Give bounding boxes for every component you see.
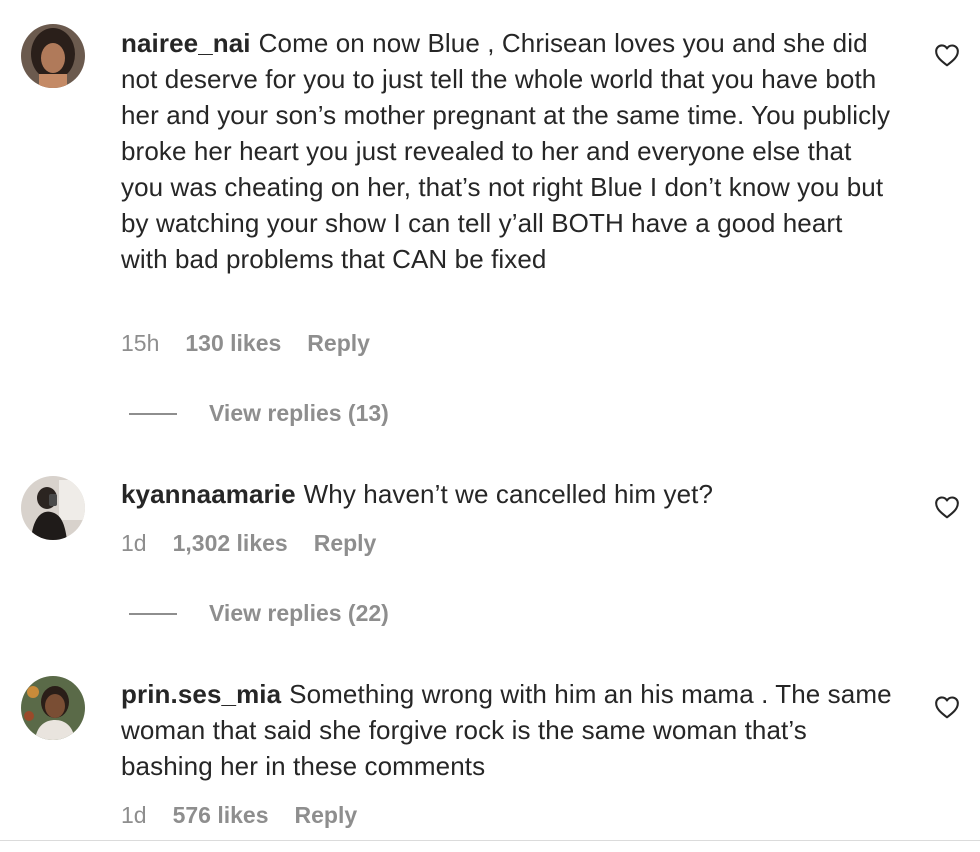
comment-time[interactable]: 15h	[121, 330, 159, 357]
view-replies-button[interactable]: View replies (22)	[129, 600, 389, 627]
avatar[interactable]	[21, 24, 85, 88]
comment-likes[interactable]: 1,302 likes	[173, 530, 288, 557]
divider	[0, 840, 980, 841]
avatar-image	[21, 24, 85, 88]
avatar[interactable]	[21, 476, 85, 540]
comment-time[interactable]: 1d	[121, 802, 147, 829]
view-replies-button[interactable]: View replies (13)	[129, 400, 389, 427]
comment-username[interactable]: kyannaamarie	[121, 479, 296, 509]
comment-username[interactable]: nairee_nai	[121, 28, 251, 58]
view-replies-label: View replies (13)	[209, 400, 389, 426]
avatar[interactable]	[21, 676, 85, 740]
comment-likes[interactable]: 576 likes	[173, 802, 269, 829]
comment-username[interactable]: prin.ses_mia	[121, 679, 281, 709]
heart-outline-icon[interactable]	[934, 495, 960, 519]
avatar-image	[21, 676, 85, 740]
reply-button[interactable]: Reply	[314, 530, 377, 557]
comment-likes[interactable]: 130 likes	[185, 330, 281, 357]
avatar-image	[21, 476, 85, 540]
comment-body: nairee_nai Come on now Blue , Chrisean lo…	[121, 25, 896, 277]
comment-body: prin.ses_mia Something wrong with him an …	[121, 676, 896, 784]
view-replies-label: View replies (22)	[209, 600, 389, 626]
heart-outline-icon[interactable]	[934, 43, 960, 67]
divider	[129, 612, 177, 615]
divider	[129, 412, 177, 415]
reply-button[interactable]: Reply	[307, 330, 370, 357]
comment-time[interactable]: 1d	[121, 530, 147, 557]
comment-meta: 15h 130 likes Reply	[121, 330, 370, 357]
comment-meta: 1d 576 likes Reply	[121, 802, 357, 829]
comment-text: Come on now Blue , Chrisean loves you an…	[121, 28, 891, 274]
comment-text: Why haven’t we cancelled him yet?	[303, 479, 714, 509]
heart-outline-icon[interactable]	[934, 695, 960, 719]
comment-body: kyannaamarie Why haven’t we cancelled him…	[121, 476, 896, 512]
reply-button[interactable]: Reply	[295, 802, 358, 829]
comment-meta: 1d 1,302 likes Reply	[121, 530, 376, 557]
